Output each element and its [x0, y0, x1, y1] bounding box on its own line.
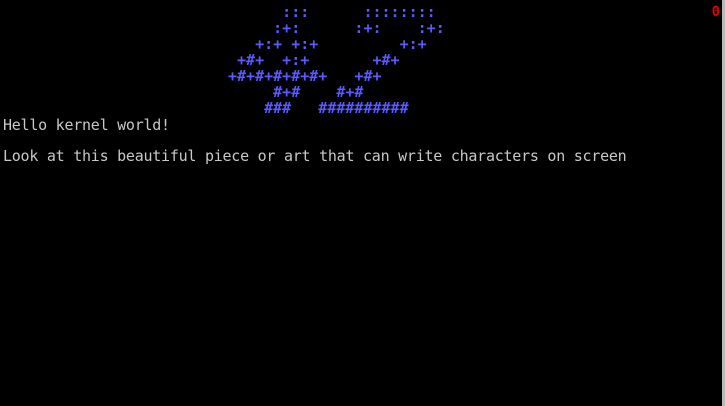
ascii-art-line: ::: ::::::::: [228, 3, 436, 21]
ascii-art-line: :+: :+: :+:: [228, 19, 445, 37]
ascii-art-logo: ::: :::::::: :+: :+: :+: +:+ +:+ +:+ +#+…: [228, 4, 445, 116]
ascii-art-line: +#+ +:+ +#+: [228, 51, 400, 69]
console-line-greeting: Hello kernel world!: [3, 116, 170, 134]
console-line-message: Look at this beautiful piece or art that…: [3, 147, 627, 165]
ascii-art-line: #+# #+#: [228, 83, 364, 101]
ascii-art-line: +#+#+#+#+#+ +#+: [228, 67, 382, 85]
status-indicator: 0: [711, 4, 720, 20]
terminal-screen: ::: :::::::: :+: :+: :+: +:+ +:+ +:+ +#+…: [0, 0, 722, 406]
ascii-art-line: +:+ +:+ +:+: [228, 35, 427, 53]
ascii-art-line: ### ##########: [228, 99, 409, 117]
